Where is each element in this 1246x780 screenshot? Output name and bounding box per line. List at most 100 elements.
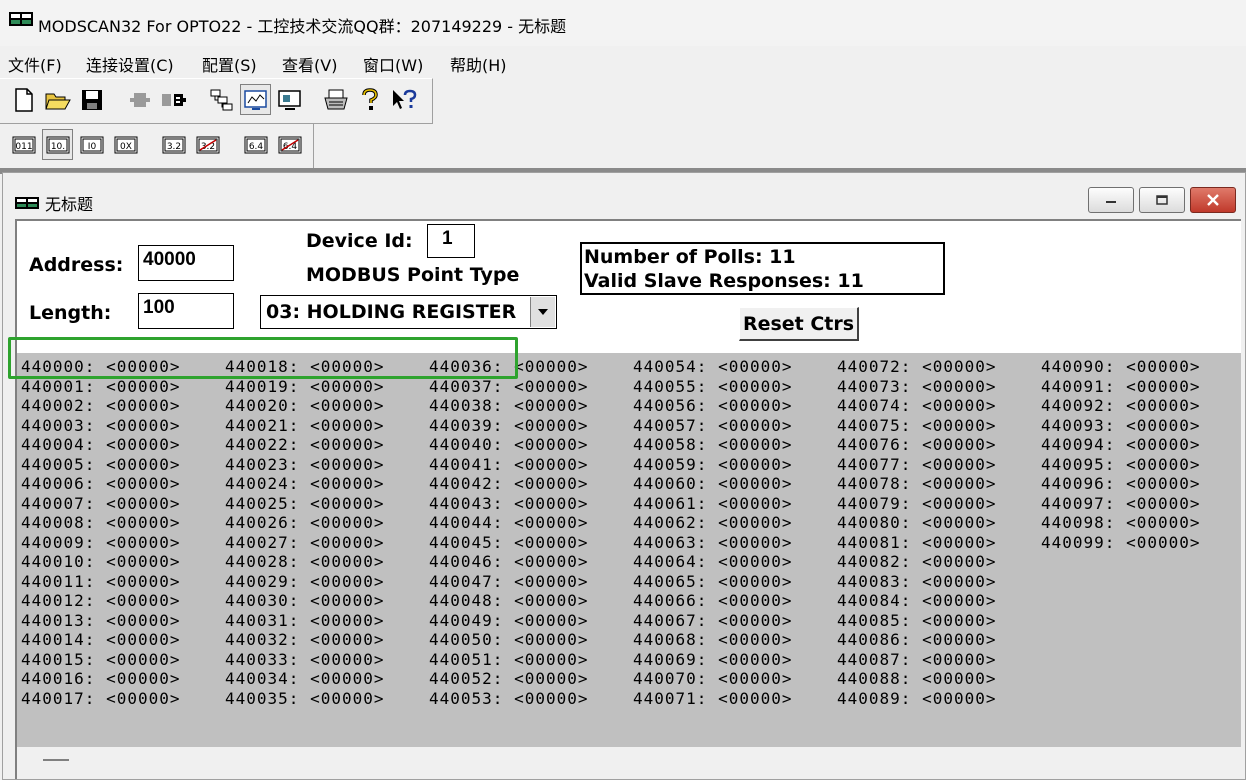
register-row[interactable]: 440064: <00000> [633,552,793,572]
print-button[interactable] [320,84,351,115]
register-row[interactable]: 440053: <00000> [429,689,589,709]
save-button[interactable] [76,84,107,115]
register-row[interactable]: 440081: <00000> [837,533,997,553]
menu-help[interactable]: 帮助(H) [450,52,507,76]
register-row[interactable]: 440094: <00000> [1041,435,1201,455]
register-row[interactable]: 440020: <00000> [225,396,385,416]
context-help-button[interactable] [388,84,419,115]
register-row[interactable]: 440098: <00000> [1041,513,1201,533]
point-type-select[interactable]: 03: HOLDING REGISTER [260,295,557,329]
register-row[interactable]: 440002: <00000> [21,396,181,416]
register-row[interactable]: 440006: <00000> [21,474,181,494]
register-row[interactable]: 440037: <00000> [429,377,589,397]
register-row[interactable]: 440054: <00000> [633,357,793,377]
register-row[interactable]: 440093: <00000> [1041,416,1201,436]
decimal-button[interactable]: 10. [42,129,73,160]
register-row[interactable]: 440017: <00000> [21,689,181,709]
register-row[interactable]: 440058: <00000> [633,435,793,455]
register-row[interactable]: 440029: <00000> [225,572,385,592]
register-row[interactable]: 440089: <00000> [837,689,997,709]
register-row[interactable]: 440075: <00000> [837,416,997,436]
register-row[interactable]: 440097: <00000> [1041,494,1201,514]
register-row[interactable]: 440066: <00000> [633,591,793,611]
register-row[interactable]: 440019: <00000> [225,377,385,397]
register-row[interactable]: 440062: <00000> [633,513,793,533]
register-row[interactable]: 440035: <00000> [225,689,385,709]
register-row[interactable]: 440080: <00000> [837,513,997,533]
register-row[interactable]: 440071: <00000> [633,689,793,709]
menu-file[interactable]: 文件(F) [8,52,62,76]
register-row[interactable]: 440068: <00000> [633,630,793,650]
register-row[interactable]: 440052: <00000> [429,669,589,689]
register-row[interactable]: 440092: <00000> [1041,396,1201,416]
register-row[interactable]: 440063: <00000> [633,533,793,553]
register-row[interactable]: 440010: <00000> [21,552,181,572]
connect-button[interactable] [124,84,155,115]
display-tree-button[interactable] [206,84,237,115]
register-row[interactable]: 440009: <00000> [21,533,181,553]
register-row[interactable]: 440007: <00000> [21,494,181,514]
length-input[interactable]: 100 [138,293,234,329]
register-row[interactable]: 440087: <00000> [837,650,997,670]
register-row[interactable]: 440027: <00000> [225,533,385,553]
register-row[interactable]: 440001: <00000> [21,377,181,397]
register-row[interactable]: 440013: <00000> [21,611,181,631]
register-row[interactable]: 440011: <00000> [21,572,181,592]
register-row[interactable]: 440047: <00000> [429,572,589,592]
register-row[interactable]: 440041: <00000> [429,455,589,475]
register-row[interactable]: 440083: <00000> [837,572,997,592]
register-row[interactable]: 440069: <00000> [633,650,793,670]
hex-button[interactable]: 0X [110,129,141,160]
register-row[interactable]: 440059: <00000> [633,455,793,475]
register-row[interactable]: 440003: <00000> [21,416,181,436]
register-row[interactable]: 440049: <00000> [429,611,589,631]
register-row[interactable]: 440023: <00000> [225,455,385,475]
register-row[interactable]: 440034: <00000> [225,669,385,689]
register-row[interactable]: 440088: <00000> [837,669,997,689]
register-row[interactable]: 440028: <00000> [225,552,385,572]
menu-connection[interactable]: 连接设置(C) [86,52,174,76]
register-row[interactable]: 440004: <00000> [21,435,181,455]
register-row[interactable]: 440057: <00000> [633,416,793,436]
register-row[interactable]: 440076: <00000> [837,435,997,455]
reset-counters-button[interactable]: Reset Ctrs [739,307,859,341]
help-button[interactable] [354,84,385,115]
disconnect-button[interactable] [158,84,189,115]
register-row[interactable]: 440045: <00000> [429,533,589,553]
register-row[interactable]: 440056: <00000> [633,396,793,416]
register-row[interactable]: 440044: <00000> [429,513,589,533]
dropdown-arrow[interactable] [530,297,555,327]
register-row[interactable]: 440016: <00000> [21,669,181,689]
register-row[interactable]: 440043: <00000> [429,494,589,514]
register-row[interactable]: 440021: <00000> [225,416,385,436]
register-row[interactable]: 440099: <00000> [1041,533,1201,553]
register-row[interactable]: 440032: <00000> [225,630,385,650]
register-row[interactable]: 440015: <00000> [21,650,181,670]
register-row[interactable]: 440065: <00000> [633,572,793,592]
device-id-input[interactable]: 1 [427,224,475,258]
double-button[interactable]: 6.4 [240,129,271,160]
register-row[interactable]: 440051: <00000> [429,650,589,670]
register-row[interactable]: 440077: <00000> [837,455,997,475]
register-row[interactable]: 440005: <00000> [21,455,181,475]
register-row[interactable]: 440026: <00000> [225,513,385,533]
register-row[interactable]: 440090: <00000> [1041,357,1201,377]
integer-button[interactable]: I0 [76,129,107,160]
display-graph-button[interactable] [240,84,271,115]
register-row[interactable]: 440025: <00000> [225,494,385,514]
menu-setup[interactable]: 配置(S) [202,52,257,76]
register-row[interactable]: 440074: <00000> [837,396,997,416]
register-row[interactable]: 440060: <00000> [633,474,793,494]
binary-button[interactable]: 011 [8,129,39,160]
minimize-button[interactable] [1088,187,1134,213]
register-row[interactable]: 440082: <00000> [837,552,997,572]
register-row[interactable]: 440033: <00000> [225,650,385,670]
register-row[interactable]: 440079: <00000> [837,494,997,514]
register-row[interactable]: 440067: <00000> [633,611,793,631]
register-row[interactable]: 440091: <00000> [1041,377,1201,397]
register-row[interactable]: 440048: <00000> [429,591,589,611]
menu-view[interactable]: 查看(V) [282,52,337,76]
register-row[interactable]: 440014: <00000> [21,630,181,650]
register-row[interactable]: 440078: <00000> [837,474,997,494]
register-row[interactable]: 440095: <00000> [1041,455,1201,475]
